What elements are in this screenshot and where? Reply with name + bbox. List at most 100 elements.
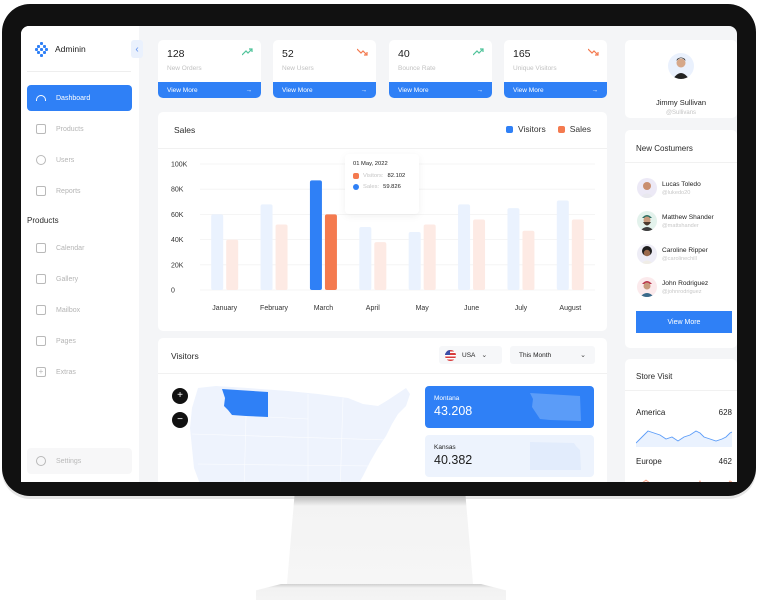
customer-name: Lucas Toledo (662, 180, 701, 188)
sidebar-divider (27, 71, 131, 72)
customer-list-item[interactable]: Caroline Ripper @carolinechill (637, 244, 708, 264)
store-region-america: America 628 (636, 408, 732, 417)
sidebar-item-pages[interactable]: Pages (27, 328, 132, 354)
sidebar-item-extras[interactable]: + Extras (27, 359, 132, 385)
bar-sales (473, 219, 486, 290)
arrow-right-icon: → (591, 86, 599, 94)
country-select[interactable]: USA ⌄ (439, 346, 502, 364)
arrow-right-icon: → (245, 86, 253, 94)
sidebar-item-label: Calendar (56, 244, 85, 252)
bar-visitors (260, 204, 273, 290)
customer-list-item[interactable]: Lucas Toledo @lukedo20 (637, 178, 701, 198)
customer-name: Matthew Shander (662, 213, 714, 221)
profile-name: Jimmy Sullivan (655, 98, 706, 107)
profile-avatar[interactable] (668, 53, 694, 79)
collapse-sidebar-button[interactable]: ‹ (131, 40, 143, 58)
customers-view-more-button[interactable]: View More (636, 311, 732, 333)
sidebar-item-label: Gallery (56, 275, 79, 283)
y-tick-label: 0 (171, 288, 175, 295)
sidebar-item-gallery[interactable]: Gallery (27, 266, 132, 292)
bar-visitors (408, 232, 421, 290)
europe-sparkline (642, 479, 732, 482)
legend-swatch (506, 125, 514, 133)
bar-visitors (309, 180, 322, 290)
minus-icon: − (177, 414, 183, 425)
kpi-value: 165 (513, 48, 531, 60)
view-more-button[interactable]: View More → (504, 82, 607, 98)
state-card-montana[interactable]: Montana 43.208 (425, 386, 594, 428)
map-zoom-in-button[interactable]: + (172, 388, 188, 404)
tooltip-label: Visitors: (363, 173, 384, 179)
sidebar-item-reports[interactable]: Reports (27, 178, 132, 204)
state-card-kansas[interactable]: Kansas 40.382 (425, 435, 594, 477)
trend-up-icon (473, 48, 484, 56)
button-label: View More (282, 86, 313, 94)
view-more-button[interactable]: View More → (273, 82, 376, 98)
sidebar-item-calendar[interactable]: Calendar (27, 235, 132, 261)
customer-handle: @mattshander (662, 222, 699, 229)
map-zoom-out-button[interactable]: − (172, 412, 188, 428)
profile-card: Jimmy Sullivan @Sullivans (625, 40, 737, 118)
legend-label: Visitors (518, 124, 546, 134)
view-more-button[interactable]: View More → (389, 82, 492, 98)
bar-visitors (507, 208, 520, 290)
card-title: Sales (174, 125, 196, 135)
card-divider (625, 162, 737, 163)
customer-handle: @lukedo20 (662, 189, 691, 196)
country-select-value: USA (462, 351, 476, 359)
new-customers-card: New Costumers Lucas Toledo @lukedo20 Matt… (625, 130, 737, 348)
card-title: New Costumers (636, 144, 693, 153)
customer-name: John Rodriguez (662, 279, 709, 287)
kpi-card-bounce-rate: 40 Bounce Rate View More → (389, 40, 492, 98)
logo[interactable]: Adminin (35, 42, 86, 57)
america-sparkline (636, 430, 732, 447)
x-tick-label: January (212, 305, 237, 312)
logo-icon (35, 42, 49, 57)
monitor-stand-base (256, 584, 506, 600)
image-icon (36, 274, 46, 284)
x-tick-label: August (559, 305, 581, 312)
kpi-label: New Orders (167, 65, 202, 72)
sidebar-item-users[interactable]: Users (27, 147, 132, 173)
sales-chart-card: Sales Visitors Sales 0 20K 40K 60K 80K 100K Ja… (158, 112, 607, 331)
sidebar-item-mailbox[interactable]: Mailbox (27, 297, 132, 323)
tooltip-swatch (353, 173, 359, 179)
sidebar-item-settings[interactable]: Settings (27, 448, 132, 474)
sidebar-item-label: Settings (56, 457, 82, 465)
sidebar-item-label: Mailbox (56, 306, 81, 314)
customer-avatar (637, 178, 657, 198)
plus-icon: + (177, 390, 183, 401)
usa-map[interactable] (188, 384, 418, 482)
gear-icon (36, 456, 46, 466)
bar-sales (522, 230, 535, 290)
customer-list-item[interactable]: Matthew Shander @mattshander (637, 211, 714, 231)
legend-item-sales[interactable]: Sales (557, 124, 591, 134)
bar-sales (324, 214, 337, 290)
view-more-button[interactable]: View More → (158, 82, 261, 98)
kpi-value: 128 (167, 48, 185, 60)
tooltip-value: 59.826 (383, 184, 401, 190)
chevron-down-icon: ⌄ (481, 352, 488, 359)
sidebar-item-products[interactable]: Products (27, 116, 132, 142)
customer-avatar (637, 277, 657, 297)
bar-sales (423, 224, 436, 290)
profile-handle: @Sullivans (665, 110, 697, 116)
period-select[interactable]: This Month ⌄ (510, 346, 595, 364)
sidebar-item-label: Dashboard (56, 94, 91, 102)
tooltip-row-sales: Sales: 59.826 (353, 184, 411, 190)
kpi-label: Unique Visitors (513, 65, 557, 72)
x-tick-label: May (416, 305, 430, 312)
sidebar-item-dashboard[interactable]: Dashboard (27, 85, 132, 111)
customer-handle: @johnrodriguez (662, 288, 702, 295)
plus-square-icon: + (36, 367, 46, 377)
button-label: View More (398, 86, 429, 94)
kansas-shape-icon (530, 442, 581, 470)
customer-avatar (637, 211, 657, 231)
card-title: Visitors (171, 351, 199, 361)
legend-item-visitors[interactable]: Visitors (506, 124, 546, 134)
bar-visitors (359, 227, 372, 290)
region-name: America (636, 408, 666, 417)
customer-list-item[interactable]: John Rodriguez @johnrodriguez (637, 277, 708, 297)
arrow-right-icon: → (476, 86, 484, 94)
card-divider (158, 373, 607, 374)
